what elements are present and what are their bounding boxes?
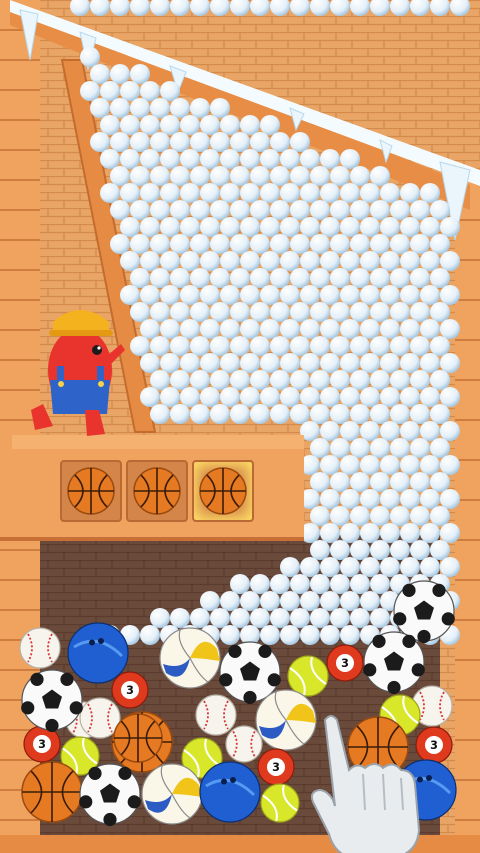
baseball-ball[interactable] <box>195 694 237 736</box>
basketball-icon <box>199 467 247 515</box>
pool-ball-number: 3 <box>341 657 349 670</box>
tennis-ball[interactable] <box>260 783 300 823</box>
pool-ball-number: 3 <box>38 738 46 751</box>
basketball-icon <box>133 467 181 515</box>
pool3-ball[interactable]: 3 <box>257 748 295 786</box>
basketball-ball[interactable] <box>133 467 181 515</box>
pool3-ball[interactable]: 3 <box>326 644 364 682</box>
basketball-ball[interactable] <box>67 467 115 515</box>
tray-slot-1[interactable] <box>60 460 122 522</box>
volleyball-ball[interactable] <box>159 627 221 689</box>
basketball-ball[interactable] <box>199 467 247 515</box>
pool-ball-number: 3 <box>126 684 134 697</box>
volleyball-ball[interactable] <box>141 763 203 825</box>
pointing-hand-icon <box>310 715 421 853</box>
basketball-ball[interactable] <box>21 761 83 823</box>
tray-slot-2[interactable] <box>126 460 188 522</box>
worker-character <box>31 310 125 436</box>
baseball-ball[interactable] <box>225 725 263 763</box>
tray-slot-3[interactable] <box>192 460 254 522</box>
game-scene: 33333 <box>0 0 480 853</box>
bowling-ball[interactable] <box>67 622 129 684</box>
basketball-ball[interactable] <box>113 713 163 763</box>
tennis-ball[interactable] <box>287 655 329 697</box>
bowling-ball[interactable] <box>199 761 261 823</box>
pool3-ball[interactable]: 3 <box>111 671 149 709</box>
baseball-ball[interactable] <box>19 627 61 669</box>
pool-ball-number: 3 <box>272 761 280 774</box>
basketball-icon <box>67 467 115 515</box>
right-wall <box>455 180 480 853</box>
